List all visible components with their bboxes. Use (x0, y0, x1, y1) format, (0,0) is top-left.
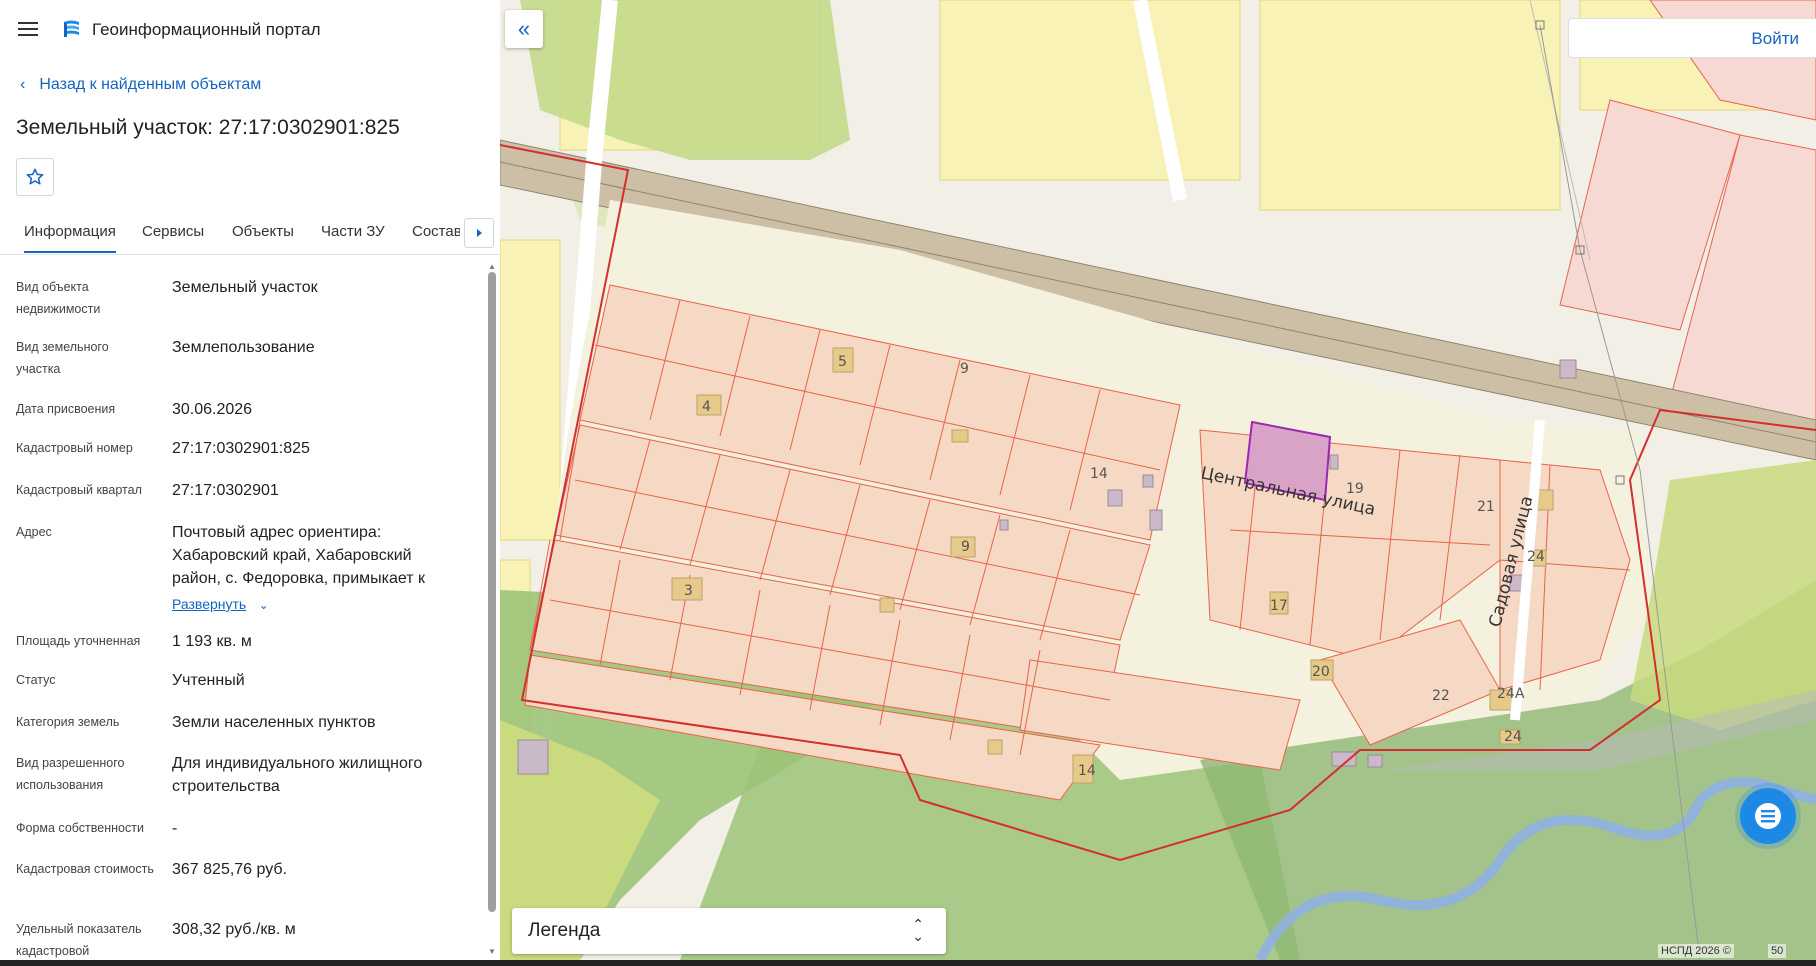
expand-label: Развернуть (172, 596, 247, 612)
menu-icon[interactable] (18, 20, 40, 38)
legend-label: Легенда (528, 920, 601, 941)
panel-scrollbar[interactable]: ▲ ▼ (488, 262, 496, 956)
house-number: 14 (1090, 466, 1108, 482)
house-number: 14 (1078, 763, 1096, 779)
house-number: 3 (684, 583, 693, 599)
expand-address-link[interactable]: Развернуть ⌄ (172, 593, 462, 617)
property-value: 367 825,76 руб. (172, 861, 288, 878)
property-value: - (172, 820, 178, 837)
scroll-thumb[interactable] (488, 272, 496, 912)
property-value: 27:17:0302901:825 (172, 440, 310, 457)
property-value: 308,32 руб./кв. м (172, 921, 296, 938)
house-number: 9 (961, 539, 970, 555)
chevron-down-icon: ⌄ (258, 598, 269, 612)
property-value: Землепользование (172, 339, 315, 356)
chat-icon (1755, 803, 1781, 829)
scroll-up-icon[interactable]: ▲ (488, 262, 496, 271)
property-label: Форма собственности (16, 821, 144, 835)
favorite-button[interactable] (16, 158, 54, 196)
property-value: Для индивидуального жилищного строительс… (172, 755, 423, 795)
property-label: Удельный показатель кадастровой (16, 922, 142, 958)
app-title: Геоинформационный портал (92, 20, 321, 39)
property-value: Земли населенных пунктов (172, 714, 376, 731)
tabs-next-button[interactable] (464, 218, 494, 248)
bottom-strip (0, 960, 1816, 966)
house-number: 24А (1497, 686, 1525, 702)
property-label: Кадастровая стоимость (16, 862, 154, 876)
tab-bar: Информация Сервисы Объекты Части ЗУ Сост… (0, 214, 500, 255)
back-link-label: Назад к найденным объектам (39, 76, 262, 93)
property-value: Почтовый адрес ориентира: Хабаровский кр… (172, 524, 426, 587)
property-value: 30.06.2026 (172, 401, 253, 418)
tab-parcel-parts[interactable]: Части ЗУ (321, 223, 385, 240)
cadastral-map[interactable]: Центральная улица Садовая улица 5 9 4 14… (500, 0, 1816, 960)
property-label: Площадь уточненная (16, 634, 141, 648)
house-number: 22 (1432, 688, 1450, 704)
star-icon (26, 168, 44, 185)
house-number: 24 (1504, 729, 1522, 745)
property-label: Вид объекта недвижимости (16, 280, 101, 316)
portal-logo-icon (64, 20, 79, 37)
property-label: Дата присвоения (16, 402, 116, 416)
property-label: Вид разрешенного использования (16, 756, 125, 792)
house-number: 20 (1312, 664, 1330, 680)
copyright-text: НСПД 2026 © (1658, 944, 1734, 958)
tab-objects[interactable]: Объекты (232, 223, 294, 240)
scale-bar: 50 (1768, 944, 1787, 958)
back-to-results-link[interactable]: ‹ Назад к найденным объектам (20, 76, 261, 94)
chat-button[interactable] (1740, 788, 1796, 844)
tab-services[interactable]: Сервисы (142, 223, 204, 240)
object-title: Земельный участок: 27:17:0302901:825 (16, 116, 400, 139)
expand-collapse-icon: ⌃ ⌄ (912, 916, 924, 944)
tab-composition[interactable]: Состав (412, 223, 460, 240)
property-label: Кадастровый номер (16, 441, 133, 455)
double-chevron-left-icon: « (517, 16, 531, 41)
property-label: Статус (16, 673, 56, 687)
collapse-panel-button[interactable]: « (505, 10, 543, 48)
property-label: Кадастровый квартал (16, 483, 142, 497)
login-label: Войти (1751, 29, 1799, 48)
property-label: Адрес (16, 525, 52, 539)
property-value: Учтенный (172, 672, 245, 689)
map-view[interactable]: Центральная улица Садовая улица 5 9 4 14… (500, 0, 1816, 960)
tab-information[interactable]: Информация (24, 223, 116, 253)
house-number: 5 (838, 354, 847, 370)
house-number: 19 (1346, 481, 1364, 497)
scroll-down-icon[interactable]: ▼ (488, 947, 496, 956)
login-button[interactable]: Войти (1568, 18, 1816, 58)
house-number: 17 (1270, 598, 1288, 614)
property-value: Земельный участок (172, 279, 318, 296)
legend-toggle[interactable]: Легенда ⌃ ⌄ (512, 908, 946, 954)
property-value: 27:17:0302901 (172, 482, 279, 499)
property-value: 1 193 кв. м (172, 633, 252, 650)
chevron-left-icon: ‹ (20, 76, 26, 93)
property-label: Категория земель (16, 715, 120, 729)
info-panel: Геоинформационный портал ‹ Назад к найден… (0, 0, 500, 960)
house-number: 24 (1527, 549, 1545, 565)
property-label: Вид земельного участка (16, 340, 109, 376)
house-number: 4 (702, 399, 711, 415)
top-bar: Геоинформационный портал (0, 0, 500, 60)
caret-right-icon (477, 229, 482, 237)
house-number: 9 (960, 361, 969, 377)
house-number: 21 (1477, 499, 1495, 515)
